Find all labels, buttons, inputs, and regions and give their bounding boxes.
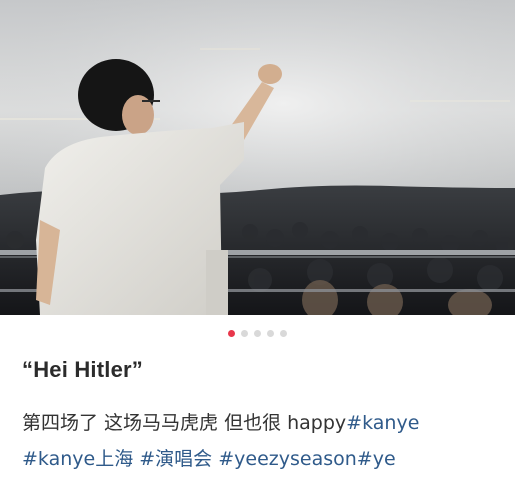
hashtag-ye[interactable]: #ye — [357, 448, 396, 470]
carousel-indicator — [0, 327, 515, 339]
post-body: 第四场了 这场马马虎虎 但也很 happy#kanye #kanye上海 #演唱… — [22, 405, 502, 477]
post-title: “Hei Hitler” — [22, 357, 143, 382]
concert-image — [0, 0, 515, 315]
post-photo[interactable] — [0, 0, 515, 315]
carousel-dot-5[interactable] — [280, 329, 287, 337]
carousel-dot-4[interactable] — [267, 329, 274, 337]
hashtag-concert[interactable]: #演唱会 — [139, 448, 212, 470]
carousel-dot-2[interactable] — [241, 329, 248, 337]
hashtag-kanye-shanghai[interactable]: #kanye上海 — [22, 448, 133, 470]
post-body-text: 第四场了 这场马马虎虎 但也很 happy — [22, 412, 347, 434]
hashtag-yeezyseason[interactable]: #yeezyseason — [218, 448, 357, 470]
carousel-dot-3[interactable] — [254, 329, 261, 337]
post-card: “Hei Hitler” 第四场了 这场马马虎虎 但也很 happy#kanye… — [0, 0, 515, 499]
hashtag-kanye[interactable]: #kanye — [346, 412, 419, 434]
carousel-dot-1[interactable] — [228, 329, 235, 337]
